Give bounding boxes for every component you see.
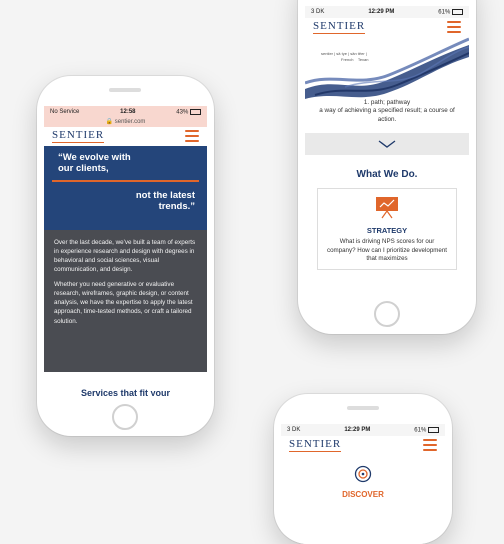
hamburger-menu-icon[interactable] <box>447 21 461 34</box>
status-bar: 3 DK 12:29 PM 61% <box>305 6 469 18</box>
phone-bottom-right-screen: 3 DK 12:29 PM 61% SENTIER DISCOVER <box>281 424 445 544</box>
phone-left: No Service 12:58 43% 🔒 sentier.com SENTI… <box>37 76 214 436</box>
clock: 12:58 <box>120 109 136 115</box>
home-button[interactable] <box>112 404 138 430</box>
phone-top-right-screen: 3 DK 12:29 PM 61% SENTIER sentier | sä t… <box>305 6 469 292</box>
battery-icon <box>189 108 201 115</box>
hero-ribbon: sentier | sä tye | sän tēer | French Tex… <box>305 37 469 99</box>
battery-label: 43% <box>176 108 201 115</box>
definition: 1. path; pathway a way of achieving a sp… <box>305 99 469 125</box>
ribbon-illustration <box>305 37 469 99</box>
clock: 12:29 PM <box>344 427 371 433</box>
battery-icon <box>451 8 463 15</box>
quote-line-4: trends.” <box>158 200 195 212</box>
home-button[interactable] <box>374 301 400 327</box>
quote-line-3: not the latest <box>135 189 195 201</box>
phone-bottom-right: 3 DK 12:29 PM 61% SENTIER DISCOVER <box>274 394 452 544</box>
discover-title: DISCOVER <box>342 489 384 499</box>
carrier-label: No Service <box>50 109 80 115</box>
site-header: SENTIER <box>281 436 445 455</box>
site-header: SENTIER <box>305 18 469 37</box>
presentation-board-icon <box>376 196 398 219</box>
hamburger-menu-icon[interactable] <box>185 130 199 143</box>
target-icon <box>354 465 372 482</box>
status-bar: No Service 12:58 43% <box>44 106 207 118</box>
carrier-label: 3 DK <box>287 427 301 433</box>
pronunciation-word: sentier | sä tye | sän tēer | <box>321 50 367 56</box>
pronunciation-languages: French Texan <box>341 56 369 62</box>
phone-speaker <box>109 88 141 92</box>
about-section: Over the last decade, we've built a team… <box>44 229 207 372</box>
phone-top-right: 3 DK 12:29 PM 61% SENTIER sentier | sä t… <box>298 0 476 334</box>
hamburger-menu-icon[interactable] <box>423 439 437 452</box>
sentier-logo[interactable]: SENTIER <box>313 20 366 34</box>
battery-label: 61% <box>438 8 463 15</box>
clock: 12:29 PM <box>368 9 395 15</box>
lock-icon: 🔒 <box>105 119 114 125</box>
services-heading: Services that fit your <box>80 387 171 396</box>
definition-line-1: 1. path; pathway <box>363 98 411 106</box>
site-header: SENTIER <box>44 127 207 146</box>
url-bar[interactable]: 🔒 sentier.com <box>44 118 207 127</box>
chevron-down-icon <box>378 140 396 148</box>
phone-speaker <box>347 406 379 410</box>
strategy-title: STRATEGY <box>366 225 408 235</box>
status-bar: 3 DK 12:29 PM 61% <box>281 424 445 436</box>
quote-line-2: our clients, <box>58 162 109 174</box>
quote-divider <box>52 179 199 182</box>
about-paragraph-2: Whether you need generative or evaluativ… <box>54 281 193 325</box>
what-we-do-heading: What We Do. <box>356 168 418 180</box>
battery-label: 61% <box>414 426 439 433</box>
carrier-label: 3 DK <box>311 9 325 15</box>
battery-icon <box>427 426 439 433</box>
phone-left-screen: No Service 12:58 43% 🔒 sentier.com SENTI… <box>44 106 207 396</box>
sentier-logo[interactable]: SENTIER <box>289 438 342 452</box>
discover-section: DISCOVER <box>281 465 445 499</box>
strategy-card[interactable]: STRATEGY What is driving NPS scores for … <box>317 187 457 270</box>
about-paragraph-1: Over the last decade, we've built a team… <box>54 238 196 273</box>
quote-line-1: “We evolve with <box>58 151 131 163</box>
scroll-down-band[interactable] <box>305 132 469 155</box>
hero-quote: “We evolve with our clients, not the lat… <box>44 145 207 230</box>
sentier-logo[interactable]: SENTIER <box>52 129 105 143</box>
definition-line-2: a way of achieving a specified result; a… <box>319 107 455 124</box>
strategy-text: What is driving NPS scores for our compa… <box>326 237 448 263</box>
url-text: sentier.com <box>114 119 146 125</box>
